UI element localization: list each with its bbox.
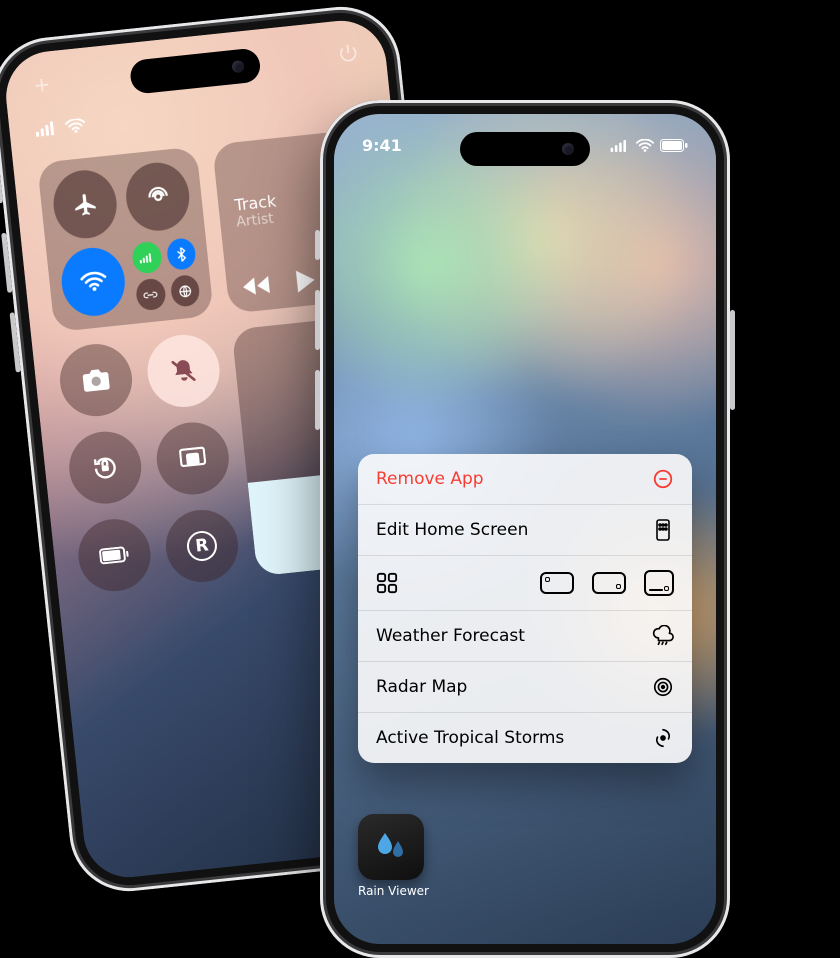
app-icon-rain-viewer[interactable]: Rain Viewer <box>358 814 429 898</box>
menu-item-tropical-storms[interactable]: Active Tropical Storms <box>358 713 692 763</box>
battery-icon <box>99 546 131 565</box>
menu-item-remove-app[interactable]: Remove App <box>358 454 692 505</box>
screen-mirroring-icon <box>179 446 207 471</box>
menu-item-radar-map[interactable]: Radar Map <box>358 662 692 713</box>
camera-icon <box>81 367 111 394</box>
cellular-icon <box>139 251 154 264</box>
silent-mode-button[interactable] <box>144 331 223 410</box>
menu-item-widget-sizes <box>358 556 692 611</box>
screen-mirroring-button[interactable] <box>153 419 232 498</box>
remove-icon <box>652 468 674 490</box>
widget-size-small-icon[interactable] <box>540 572 574 594</box>
connectivity-mini-cluster <box>131 237 201 311</box>
rotation-lock-icon <box>90 452 121 483</box>
small-controls-grid: R <box>56 331 241 594</box>
power-icon[interactable] <box>336 41 360 65</box>
battery-icon <box>660 139 688 152</box>
widget-size-medium-icon[interactable] <box>592 572 626 594</box>
cloud-rain-icon <box>652 625 674 647</box>
phone-context-menu: 9:41 Remove App Edit Home Screen <box>320 100 730 958</box>
airdrop-icon <box>143 182 172 211</box>
globe-icon <box>177 283 192 298</box>
airplane-icon <box>71 190 100 219</box>
menu-item-label: Edit Home Screen <box>376 520 528 540</box>
vpn-toggle[interactable] <box>169 274 201 308</box>
rewind-icon[interactable] <box>242 276 270 297</box>
status-time: 9:41 <box>362 136 402 155</box>
low-power-button[interactable] <box>75 516 154 595</box>
cyclone-icon <box>652 727 674 749</box>
wifi-toggle[interactable] <box>58 245 128 319</box>
camera-button[interactable] <box>56 341 135 420</box>
context-menu: Remove App Edit Home Screen Weather Fore… <box>358 454 692 763</box>
apps-icon <box>652 519 674 541</box>
personal-hotspot-toggle[interactable] <box>135 278 167 312</box>
widget-size-large-icon[interactable] <box>644 570 674 596</box>
rotation-lock-button[interactable] <box>66 428 145 507</box>
bluetooth-icon <box>175 247 186 262</box>
cellular-icon <box>35 121 58 137</box>
dynamic-island <box>129 47 262 94</box>
menu-item-label: Radar Map <box>376 677 467 697</box>
cellular-icon <box>610 140 630 152</box>
app-label: Rain Viewer <box>358 884 429 898</box>
cellular-data-toggle[interactable] <box>131 241 163 275</box>
menu-item-label: Remove App <box>376 469 484 489</box>
add-control-icon[interactable] <box>30 73 54 97</box>
play-icon[interactable] <box>295 269 317 293</box>
wifi-icon <box>79 271 107 294</box>
bluetooth-toggle[interactable] <box>165 237 197 271</box>
radar-icon <box>652 676 674 698</box>
widget-size-grid-icon[interactable] <box>376 572 398 594</box>
status-bar <box>35 118 86 137</box>
airdrop-toggle[interactable] <box>123 160 193 234</box>
menu-item-label: Active Tropical Storms <box>376 728 564 748</box>
raindrops-icon <box>371 827 411 867</box>
dynamic-island <box>460 132 590 166</box>
r-shortcut-button[interactable]: R <box>162 506 241 585</box>
menu-item-edit-home-screen[interactable]: Edit Home Screen <box>358 505 692 556</box>
link-icon <box>143 289 158 300</box>
airplane-mode-toggle[interactable] <box>50 167 120 241</box>
menu-item-weather-forecast[interactable]: Weather Forecast <box>358 611 692 662</box>
r-shortcut-icon: R <box>185 529 218 562</box>
menu-item-label: Weather Forecast <box>376 626 525 646</box>
connectivity-tile <box>37 146 214 332</box>
wifi-icon <box>65 118 86 134</box>
wifi-icon <box>636 139 654 152</box>
bell-slash-icon <box>169 357 198 386</box>
